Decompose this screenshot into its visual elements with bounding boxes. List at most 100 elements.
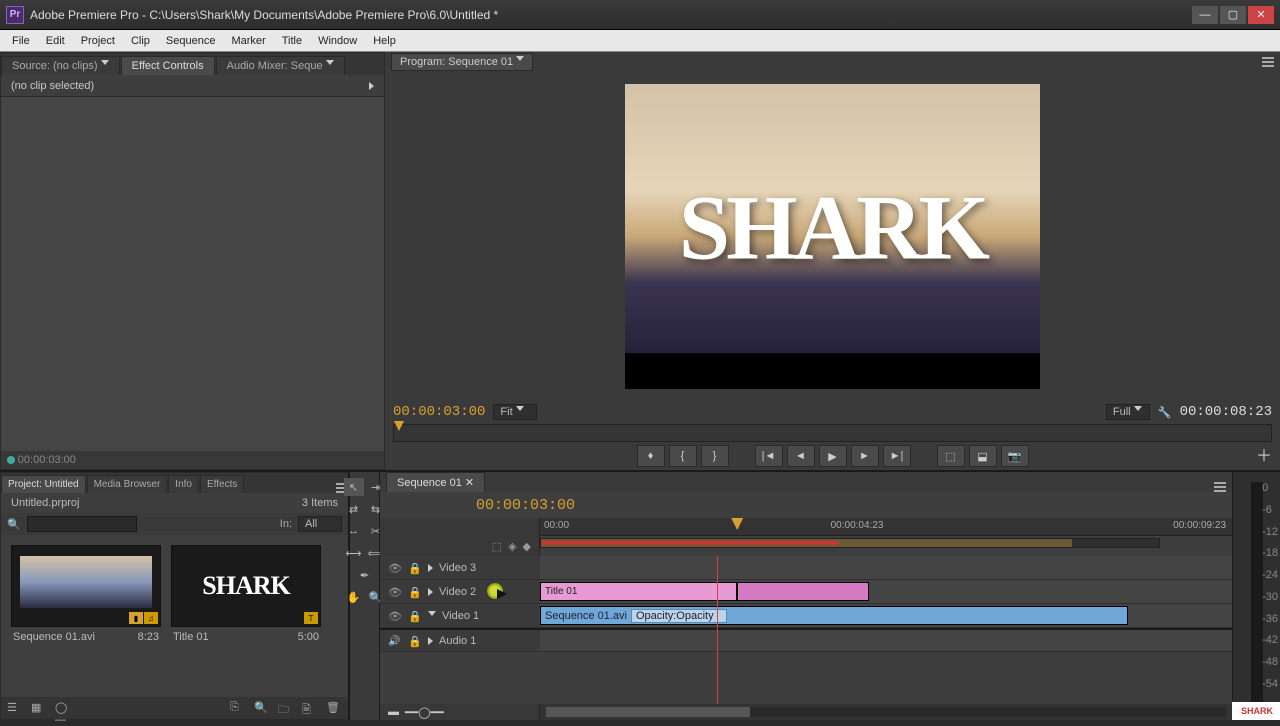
menu-window[interactable]: Window [310,33,365,49]
tab-program[interactable]: Program: Sequence 01 [391,53,533,71]
marker-icon[interactable]: ◈ [508,540,516,553]
tab-audio-mixer[interactable]: Audio Mixer: Seque [216,56,345,75]
new-item-icon[interactable]: 🗎 [302,701,318,715]
ruler-tick: 00:00:04:23 [831,520,884,531]
step-forward-button[interactable]: ► [851,445,879,467]
icon-view-icon[interactable]: ▦ [31,701,47,715]
export-frame-button[interactable]: 📷 [1001,445,1029,467]
selection-tool-icon[interactable]: ↖ [344,478,364,496]
minimize-button[interactable]: — [1192,6,1218,24]
sync-lock-icon[interactable]: ◆ [523,540,531,553]
zoom-slider[interactable]: ━━◯━━ [405,706,444,719]
rate-stretch-tool-icon[interactable]: ↔ [344,522,364,540]
tab-source[interactable]: Source: (no clips) [1,56,120,75]
track-label: Video 1 [442,610,479,622]
tab-project[interactable]: Project: Untitled [1,475,86,493]
tab-sequence[interactable]: Sequence 01 ✕ [386,472,485,492]
work-area-bar[interactable] [540,538,1160,548]
timeline-clip-title-right[interactable] [737,582,868,601]
find-icon[interactable]: 🔍 [254,701,270,715]
zoom-out-icon[interactable]: ▬ [388,706,399,718]
lift-button[interactable]: ⬚ [937,445,965,467]
window-titlebar: Pr Adobe Premiere Pro - C:\Users\Shark\M… [0,0,1280,30]
zoom-fit-select[interactable]: Fit [493,404,537,420]
mark-in-button[interactable]: { [669,445,697,467]
close-button[interactable]: ✕ [1248,6,1274,24]
tab-effects[interactable]: Effects [200,475,244,493]
tab-info[interactable]: Info [168,475,199,493]
in-filter-select[interactable]: All [298,516,342,532]
expand-icon[interactable] [369,82,374,90]
playhead-top-icon[interactable] [731,518,743,530]
menu-file[interactable]: File [4,33,38,49]
slip-tool-icon[interactable]: ⟷ [344,544,364,562]
menu-help[interactable]: Help [365,33,404,49]
bin-item-name: Title 01 [173,631,209,643]
toggle-sync-lock-icon[interactable]: 🔒 [408,610,422,622]
tab-media-browser[interactable]: Media Browser [87,475,168,493]
menu-sequence[interactable]: Sequence [158,33,224,49]
collapse-track-icon[interactable] [428,611,436,620]
program-timecode-current[interactable]: 00:00:03:00 [393,404,485,420]
panel-menu-icon[interactable] [1262,57,1274,67]
search-icon[interactable]: 🔍 [7,518,21,531]
timeline-timecode[interactable]: 00:00:03:00 [476,497,575,514]
playhead-line[interactable] [717,556,718,704]
bin-item[interactable]: ▮♫ Sequence 01.avi 8:23 [11,545,161,687]
menu-edit[interactable]: Edit [38,33,73,49]
timeline-ruler[interactable]: 00:00 00:00:04:23 00:00:09:23 [540,518,1232,536]
program-video-frame[interactable]: SHARK [625,84,1040,389]
collapse-track-icon[interactable] [428,637,433,645]
menu-clip[interactable]: Clip [123,33,158,49]
track-video-3: 👁🔒Video 3 [380,556,1232,580]
extract-button[interactable]: ⬓ [969,445,997,467]
toggle-track-output-icon[interactable]: 👁 [388,610,402,622]
toggle-track-output-icon[interactable]: 👁 [388,586,402,598]
project-search-input[interactable] [27,516,137,532]
playhead-marker-icon[interactable] [394,421,404,431]
go-to-out-button[interactable]: ►| [883,445,911,467]
timeline-clip-title-left[interactable]: Title 01 [540,582,737,601]
automate-icon[interactable]: ⎘ [230,701,246,715]
program-scrubber[interactable] [393,424,1272,442]
ruler-tick: 00:00:09:23 [1173,520,1226,531]
clip-name: Sequence 01.avi [545,610,627,622]
zoom-slider[interactable]: ◯— [55,701,71,715]
toggle-sync-lock-icon[interactable]: 🔒 [408,562,422,574]
settings-wrench-icon[interactable]: 🔧 [1158,406,1172,419]
tab-effect-controls[interactable]: Effect Controls [121,56,215,75]
hand-tool-icon[interactable]: ✋ [344,588,364,606]
bin-item[interactable]: SHARK T Title 01 5:00 [171,545,321,687]
timeline-h-scrollbar[interactable] [546,707,1226,717]
maximize-button[interactable]: ▢ [1220,6,1246,24]
clip-effect-label[interactable]: Opacity:Opacity [631,609,727,623]
pen-tool-icon[interactable]: ✒ [355,566,375,584]
ripple-edit-tool-icon[interactable]: ⇄ [344,500,364,518]
list-view-icon[interactable]: ☰ [7,701,23,715]
collapse-track-icon[interactable] [428,564,433,572]
resolution-select[interactable]: Full [1106,404,1150,420]
toggle-track-output-icon[interactable]: 👁 [388,562,402,574]
menu-marker[interactable]: Marker [223,33,273,49]
play-button[interactable]: ▶ [819,445,847,467]
delete-icon[interactable]: 🗑 [326,701,342,715]
title-overlay: SHARK [679,175,986,281]
collapse-track-icon[interactable] [428,588,433,596]
toggle-track-output-icon[interactable] [388,635,402,647]
menu-bar: File Edit Project Clip Sequence Marker T… [0,30,1280,52]
step-back-button[interactable]: ◄ [787,445,815,467]
new-bin-icon[interactable]: 🗀 [278,701,294,715]
mark-out-button[interactable]: } [701,445,729,467]
panel-menu-icon[interactable] [1214,482,1226,492]
toggle-sync-lock-icon[interactable]: 🔒 [408,586,422,598]
toggle-sync-lock-icon[interactable]: 🔒 [408,635,422,647]
snap-icon[interactable]: ⬚ [492,540,502,553]
chevron-down-icon [516,406,524,415]
project-bins: ▮♫ Sequence 01.avi 8:23 SHARK T Title 01… [1,535,348,697]
go-to-in-button[interactable]: |◄ [755,445,783,467]
add-marker-button[interactable]: ♦ [637,445,665,467]
menu-title[interactable]: Title [274,33,310,49]
button-editor-icon[interactable]: ＋ [1254,444,1274,464]
menu-project[interactable]: Project [73,33,123,49]
timeline-clip-sequence[interactable]: Sequence 01.avi Opacity:Opacity [540,606,1128,625]
